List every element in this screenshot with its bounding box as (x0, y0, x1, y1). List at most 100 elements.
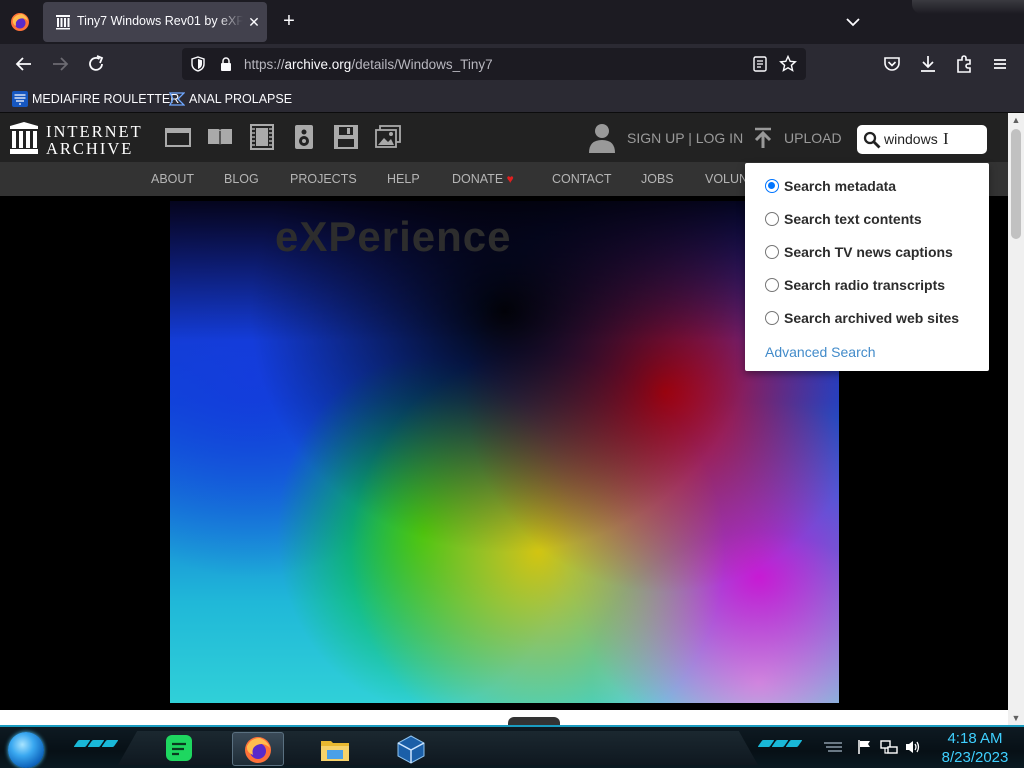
list-all-tabs-icon[interactable] (843, 12, 863, 32)
bookmark-star-icon[interactable] (779, 55, 797, 73)
nav-projects[interactable]: PROJECTS (290, 172, 357, 186)
search-option-text-contents[interactable]: Search text contents (765, 210, 922, 228)
logo-line-2: ARCHIVE (46, 139, 134, 158)
tracking-protection-shield-icon[interactable] (190, 56, 206, 72)
start-orb-icon[interactable] (8, 732, 44, 768)
signup-login-link[interactable]: SIGN UP | LOG IN (627, 130, 743, 146)
firefox-menu-icon[interactable] (10, 12, 30, 32)
windows-taskbar: 4:18 AM 8/23/2023 (0, 725, 1024, 768)
radio-unselected[interactable] (765, 311, 779, 325)
option-label: Search TV news captions (784, 244, 953, 260)
audio-icon[interactable] (291, 124, 317, 150)
bookmark-folder-icon (169, 92, 185, 106)
nav-blog[interactable]: BLOG (224, 172, 259, 186)
bookmarks-toolbar: MEDIAFIRE ROULETTER ANAL PROLAPSE (0, 84, 1024, 113)
archive-favicon-icon (56, 15, 70, 30)
nav-donate[interactable]: DONATE ♥ (452, 172, 514, 186)
bookmark-anal-prolapse[interactable]: ANAL PROLAPSE (169, 90, 292, 108)
forward-arrow-icon[interactable] (48, 52, 72, 76)
nav-help[interactable]: HELP (387, 172, 420, 186)
search-option-web-sites[interactable]: Search archived web sites (765, 309, 959, 327)
internet-archive-logo[interactable]: INTERNET ARCHIVE (10, 122, 145, 157)
option-label: Search text contents (784, 211, 922, 227)
radio-unselected[interactable] (765, 212, 779, 226)
clock-time: 4:18 AM (947, 730, 1003, 747)
taskbar-decoration-right (757, 740, 803, 750)
page-content-below (0, 710, 1008, 725)
new-tab-button[interactable]: + (278, 11, 300, 33)
advanced-search-link[interactable]: Advanced Search (765, 344, 876, 360)
spotify-icon (166, 735, 192, 761)
taskbar-app-spotify[interactable] (154, 732, 206, 766)
nav-about[interactable]: ABOUT (151, 172, 194, 186)
taskbar-band (118, 731, 758, 765)
option-label: Search archived web sites (784, 310, 960, 326)
web-icon[interactable] (165, 124, 191, 150)
search-option-radio-transcripts[interactable]: Search radio transcripts (765, 276, 945, 294)
logo-wordmark: INTERNET ARCHIVE (46, 123, 143, 157)
taskbar-app-firefox[interactable] (232, 732, 284, 766)
tab-active[interactable]: Tiny7 Windows Rev01 by eXPerience ✕ (43, 2, 267, 42)
lock-icon[interactable] (218, 56, 234, 72)
url-text: https://archive.org/details/Windows_Tiny… (244, 57, 493, 72)
option-label: Search metadata (784, 178, 897, 194)
item-preview-image[interactable]: eXPerience (170, 201, 839, 703)
video-icon[interactable] (249, 124, 275, 150)
app-menu-hamburger-icon[interactable] (988, 52, 1012, 76)
scrollbar-thumb[interactable] (1011, 129, 1021, 239)
search-options-dropdown: Search metadata Search text contents Sea… (745, 163, 989, 371)
search-icon[interactable] (863, 131, 881, 149)
content-strip (508, 717, 560, 725)
texts-icon[interactable] (207, 124, 233, 150)
page-viewport: INTERNET ARCHIVE SIGN UP | LOG IN UPLOAD… (0, 113, 1008, 725)
nav-jobs[interactable]: JOBS (641, 172, 674, 186)
network-icon[interactable] (880, 739, 898, 755)
window-frame-decoration (912, 0, 1024, 14)
scroll-up-arrow-icon[interactable]: ▲ (1008, 113, 1024, 127)
scroll-down-arrow-icon[interactable]: ▼ (1008, 711, 1024, 725)
upload-icon[interactable] (752, 127, 774, 149)
nav-donate-label: DONATE (452, 172, 504, 186)
browser-tab-strip: Tiny7 Windows Rev01 by eXPerience ✕ + (0, 0, 1024, 44)
taskbar-app-virtualbox[interactable] (386, 732, 438, 766)
mediafire-icon (12, 91, 28, 107)
user-avatar-icon[interactable] (588, 123, 616, 153)
taskbar-decoration-left (73, 740, 119, 750)
upload-link[interactable]: UPLOAD (784, 130, 842, 146)
pocket-icon[interactable] (880, 52, 904, 76)
downloads-icon[interactable] (916, 52, 940, 76)
experience-watermark: eXPerience (275, 213, 512, 260)
bookmark-label: MEDIAFIRE ROULETTER (32, 92, 180, 106)
heart-icon: ♥ (506, 172, 514, 186)
option-label: Search radio transcripts (784, 277, 946, 293)
software-icon[interactable] (333, 124, 359, 150)
reload-icon[interactable] (84, 52, 108, 76)
nav-contact[interactable]: CONTACT (552, 172, 612, 186)
radio-selected[interactable] (765, 179, 779, 193)
extensions-icon[interactable] (952, 52, 976, 76)
tab-title: Tiny7 Windows Rev01 by eXPerience (77, 14, 243, 28)
radio-unselected[interactable] (765, 245, 779, 259)
search-option-metadata[interactable]: Search metadata (765, 177, 896, 195)
bookmark-mediafire-rouletter[interactable]: MEDIAFIRE ROULETTER (12, 90, 179, 108)
system-clock[interactable]: 4:18 AM 8/23/2023 (930, 729, 1020, 767)
logo-line-1: INTERNET (46, 122, 143, 141)
radio-unselected[interactable] (765, 278, 779, 292)
ia-search-box[interactable]: I (857, 125, 987, 154)
taskbar-app-file-explorer[interactable] (310, 732, 362, 766)
action-center-flag-icon[interactable] (856, 739, 874, 755)
virtualbox-icon (397, 735, 425, 764)
back-arrow-icon[interactable] (12, 52, 36, 76)
show-desktop-stripes-icon[interactable] (822, 739, 844, 755)
images-icon[interactable] (375, 124, 401, 150)
ia-top-nav: INTERNET ARCHIVE SIGN UP | LOG IN UPLOAD… (0, 113, 1008, 162)
search-option-tv-captions[interactable]: Search TV news captions (765, 243, 953, 261)
volume-icon[interactable] (904, 739, 922, 755)
clock-date: 8/23/2023 (941, 749, 1009, 766)
nav-volunteer[interactable]: VOLUN (705, 172, 748, 186)
close-tab-icon[interactable]: ✕ (246, 14, 262, 30)
file-explorer-icon (321, 741, 349, 761)
page-scrollbar[interactable]: ▲ ▼ (1008, 113, 1024, 725)
reader-view-icon[interactable] (752, 56, 768, 72)
address-bar[interactable]: https://archive.org/details/Windows_Tiny… (182, 48, 806, 80)
